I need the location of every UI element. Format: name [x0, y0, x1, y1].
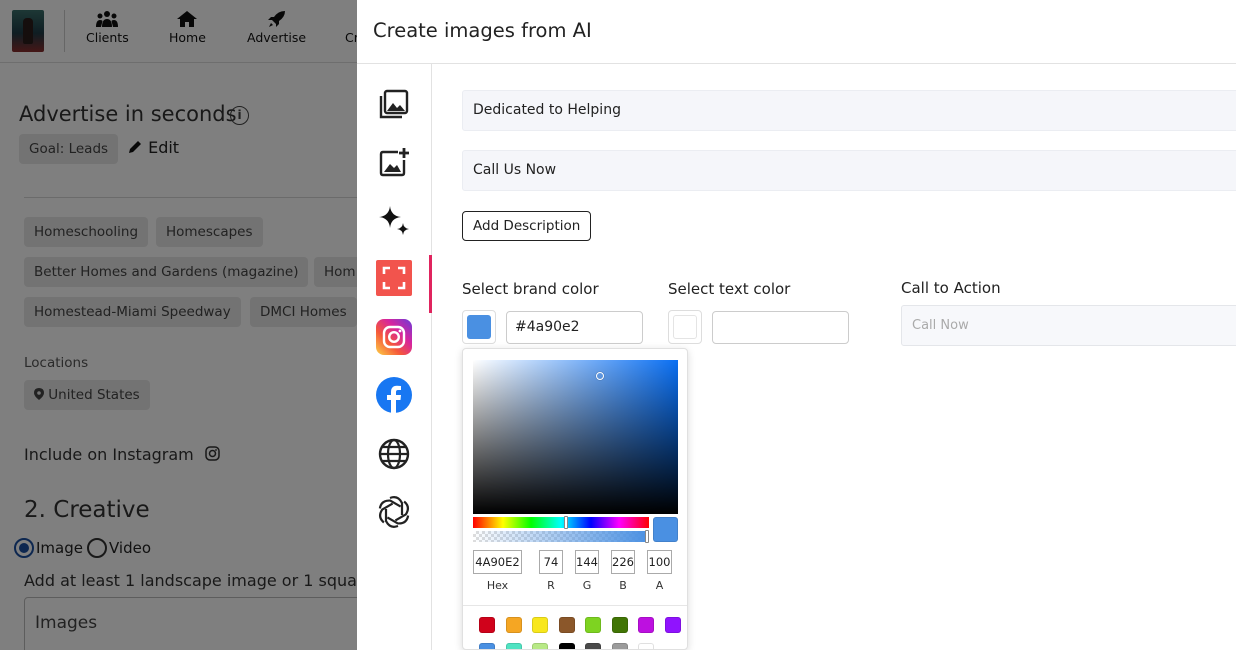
brand-color-label: Select brand color [462, 280, 599, 298]
preset-swatch[interactable] [558, 643, 575, 649]
text-color-label: Select text color [668, 280, 791, 298]
text-color-swatch[interactable] [668, 310, 702, 344]
alpha-field[interactable]: 100 [647, 550, 672, 574]
modal-backdrop[interactable] [0, 0, 357, 650]
preset-swatch[interactable] [664, 617, 681, 633]
saturation-cursor[interactable] [596, 372, 604, 380]
cta-input[interactable]: Call Now [901, 305, 1236, 346]
blue-label: B [619, 579, 627, 592]
openai-icon[interactable] [374, 492, 414, 532]
panel-title: Create images from AI [373, 19, 592, 42]
alpha-slider-handle[interactable] [645, 530, 649, 543]
preset-swatch[interactable] [505, 617, 522, 633]
facebook-icon[interactable] [374, 375, 414, 415]
panel-header: Create images from AI [357, 0, 1236, 64]
subheadline-input-value: Call Us Now [473, 162, 557, 178]
gallery-icon[interactable] [374, 84, 414, 124]
hex-field[interactable]: 4A90E2 [473, 550, 522, 574]
preset-swatch[interactable] [585, 643, 601, 649]
subheadline-input[interactable]: Call Us Now [462, 150, 1236, 191]
hex-label: Hex [486, 579, 509, 592]
cta-label: Call to Action [901, 279, 1001, 297]
red-label: R [547, 579, 555, 592]
preset-swatch[interactable] [638, 617, 654, 633]
color-preview [653, 517, 678, 542]
preset-swatch[interactable] [479, 643, 495, 649]
add-image-icon[interactable] [374, 142, 414, 182]
alpha-label: A [655, 579, 664, 592]
preset-swatch[interactable] [638, 643, 654, 649]
cta-placeholder: Call Now [912, 318, 969, 333]
add-description-button[interactable]: Add Description [462, 211, 592, 241]
active-tab-indicator [429, 255, 432, 313]
globe-icon[interactable] [374, 434, 414, 474]
text-color-swatch-fill [673, 315, 697, 339]
hue-slider-handle[interactable] [564, 516, 568, 529]
preset-swatch[interactable] [585, 617, 601, 633]
sparkle-icon[interactable] [374, 201, 414, 241]
picker-divider [463, 605, 687, 606]
headline-input[interactable]: Dedicated to Helping [462, 90, 1236, 131]
green-field[interactable]: 144 [575, 550, 599, 574]
blue-field[interactable]: 226 [611, 550, 635, 574]
preset-swatch[interactable] [532, 617, 548, 633]
brand-color-hex-input[interactable]: #4a90e2 [506, 311, 643, 344]
saturation-area[interactable] [473, 360, 678, 514]
preset-swatch[interactable] [505, 643, 522, 649]
preset-swatch[interactable] [558, 617, 575, 633]
preset-swatch[interactable] [611, 643, 628, 649]
color-picker-popover: 4A90E2 74 144 226 100 Hex R G B A [462, 348, 688, 650]
preset-swatch[interactable] [479, 617, 495, 633]
text-color-hex-input[interactable] [712, 311, 849, 344]
instagram-icon[interactable] [374, 317, 414, 357]
green-label: G [582, 579, 592, 592]
red-field[interactable]: 74 [539, 550, 563, 574]
crop-icon[interactable] [374, 258, 414, 298]
brand-color-swatch[interactable] [462, 310, 496, 344]
alpha-slider[interactable] [473, 531, 649, 542]
preset-swatch[interactable] [611, 617, 628, 633]
panel-sidebar [357, 64, 432, 650]
headline-input-value: Dedicated to Helping [473, 102, 621, 118]
brand-color-swatch-fill [467, 315, 491, 339]
ai-image-panel: Create images from AI Dedicated to Helpi… [357, 0, 1236, 650]
hue-slider[interactable] [473, 517, 649, 528]
preset-swatch[interactable] [532, 643, 548, 649]
